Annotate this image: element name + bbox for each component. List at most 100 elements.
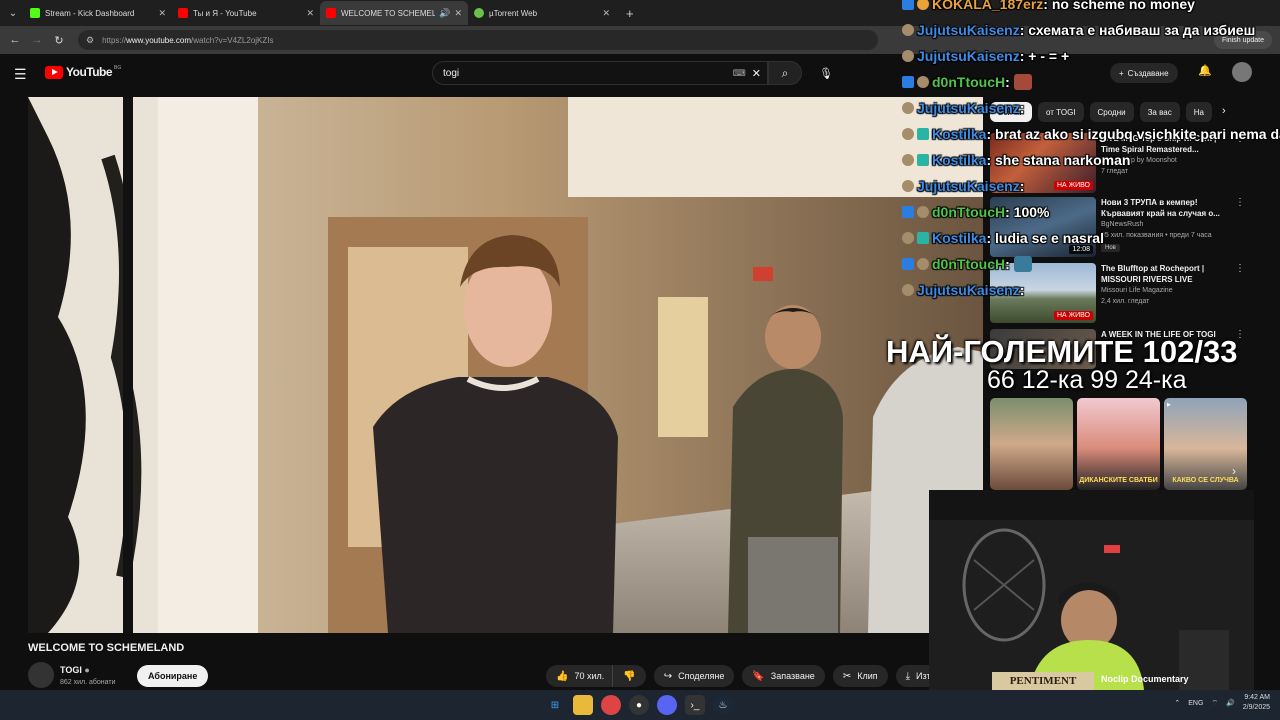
tab-close-icon[interactable]: ✕ bbox=[306, 8, 314, 19]
more-options-icon[interactable]: ⋮ bbox=[1235, 263, 1245, 274]
start-icon[interactable]: ⊞ bbox=[545, 695, 565, 715]
chat-text: : ludia se e nasral bbox=[986, 230, 1104, 246]
emote-icon bbox=[1013, 74, 1032, 90]
discord-icon[interactable] bbox=[657, 695, 677, 715]
chip-related[interactable]: Сродни bbox=[1089, 102, 1134, 122]
voice-search-button[interactable]: 🎙 bbox=[814, 62, 838, 84]
chat-username: Kostilka bbox=[932, 152, 987, 168]
thumbs-up-icon: 👍 bbox=[556, 670, 569, 682]
create-button[interactable]: + Създаване bbox=[1110, 63, 1178, 83]
search-input[interactable]: togi ⌨ ✕ bbox=[432, 61, 768, 85]
language-indicator[interactable]: ENG bbox=[1188, 700, 1203, 707]
account-avatar[interactable] bbox=[1232, 62, 1252, 82]
live-badge: НА ЖИВО bbox=[1053, 181, 1093, 190]
tray-chevron-icon[interactable]: ⌃ bbox=[1174, 699, 1180, 707]
speaker-icon[interactable]: 🔊 bbox=[439, 8, 450, 19]
menu-icon[interactable]: ☰ bbox=[14, 66, 27, 83]
wifi-icon[interactable]: ⌔ bbox=[1211, 699, 1218, 708]
like-button[interactable]: 👍 70 хил. bbox=[546, 665, 613, 687]
short-item[interactable]: ДИКАНСКИТЕ СВАТБИ bbox=[1077, 398, 1160, 490]
recommendation-title[interactable]: The Blufftop at Rocheport | MISSOURI RIV… bbox=[1101, 263, 1231, 285]
search-icon: ⌕ bbox=[781, 65, 789, 80]
short-caption: ДИКАНСКИТЕ СВАТБИ bbox=[1079, 477, 1158, 484]
share-label: Споделяне bbox=[678, 671, 725, 681]
chat-username: d0nTtoucH bbox=[932, 74, 1006, 90]
tab-close-icon[interactable]: ✕ bbox=[158, 8, 166, 19]
url-protocol: https:// bbox=[102, 35, 127, 45]
chip-from-togi[interactable]: от TOGI bbox=[1037, 102, 1084, 122]
scissors-icon: ✂ bbox=[842, 670, 852, 682]
verified-icon: ● bbox=[84, 665, 90, 675]
recommendation-channel[interactable]: Missouri Life Magazine bbox=[1101, 287, 1173, 294]
badge-icon bbox=[902, 50, 914, 62]
chip-for-you[interactable]: За вас bbox=[1139, 102, 1180, 122]
create-label: Създаване bbox=[1127, 68, 1169, 78]
webcam-overlay bbox=[929, 490, 1254, 690]
volume-icon[interactable]: 🔊 bbox=[1226, 699, 1235, 707]
youtube-logo[interactable]: YouTube BG bbox=[45, 65, 121, 79]
keyboard-icon[interactable]: ⌨ bbox=[733, 68, 746, 79]
new-tab-icon[interactable]: + bbox=[626, 6, 634, 21]
forward-icon[interactable]: → bbox=[26, 34, 48, 46]
clock[interactable]: 9:42 AM 2/9/2025 bbox=[1243, 693, 1270, 713]
address-bar[interactable]: ⚙ https://www.youtube.com/watch?v=V4ZL2o… bbox=[78, 30, 878, 50]
recommendation-channel[interactable]: BgNewsRush bbox=[1101, 221, 1143, 228]
steam-icon[interactable]: ♨ bbox=[713, 695, 733, 715]
search-button[interactable]: ⌕ bbox=[768, 61, 802, 85]
tab-search-chevron-icon[interactable]: ⌄ bbox=[2, 2, 24, 24]
shorts-next-icon[interactable]: › bbox=[1232, 464, 1236, 478]
tab-welcome-to-schemeland[interactable]: WELCOME TO SCHEMELAND 🔊 ✕ bbox=[320, 1, 468, 25]
back-icon[interactable]: ← bbox=[4, 34, 26, 46]
chat-username: Kostilka bbox=[932, 230, 987, 246]
game-logo: PENTIMENT bbox=[992, 672, 1094, 690]
save-button[interactable]: 🔖 Запазване bbox=[742, 665, 825, 687]
terminal-icon[interactable]: ›_ bbox=[685, 695, 705, 715]
search-value: togi bbox=[443, 67, 460, 79]
chat-message: JujutsuKaisenz: + - = + bbox=[902, 46, 1069, 66]
clear-search-icon[interactable]: ✕ bbox=[752, 67, 761, 80]
youtube-favicon-icon bbox=[178, 8, 188, 18]
reload-icon[interactable]: ↻ bbox=[48, 34, 70, 47]
subscribe-button[interactable]: Абониране bbox=[137, 665, 209, 687]
tab-close-icon[interactable]: ✕ bbox=[602, 8, 610, 19]
notifications-bell-icon[interactable]: 🔔 bbox=[1198, 64, 1212, 77]
recommendation-title[interactable]: Нови 3 ТРУПА в кемпер! Кървавият край на… bbox=[1101, 197, 1231, 219]
tab-close-icon[interactable]: ✕ bbox=[454, 8, 462, 19]
tab-utorrent-web[interactable]: µTorrent Web ✕ bbox=[468, 1, 616, 25]
tab-kick-dashboard[interactable]: Stream - Kick Dashboard ✕ bbox=[24, 1, 172, 25]
badge-icon bbox=[917, 0, 929, 10]
chips-next-icon[interactable]: › bbox=[1222, 105, 1226, 117]
tab-youtube-ty-i-ya[interactable]: Ты и Я - YouTube ✕ bbox=[172, 1, 320, 25]
chrome-icon[interactable] bbox=[601, 695, 621, 715]
tab-label: Ты и Я - YouTube bbox=[193, 8, 257, 18]
chat-username: JujutsuKaisenz bbox=[917, 100, 1020, 116]
channel-name[interactable]: TOGI ● bbox=[60, 665, 90, 675]
dislike-button[interactable]: 👎 bbox=[612, 665, 646, 687]
kick-favicon-icon bbox=[30, 8, 40, 18]
video-player[interactable] bbox=[28, 97, 983, 633]
chat-text: : 100% bbox=[1005, 204, 1050, 220]
badge-icon bbox=[902, 180, 914, 192]
shorts-row: ДИКАНСКИТЕ СВАТБИ ▶ КАКВО СЕ СЛУЧВА bbox=[990, 398, 1247, 490]
share-icon: ↪ bbox=[663, 670, 673, 682]
more-options-icon[interactable]: ⋮ bbox=[1235, 197, 1245, 208]
channel-avatar[interactable] bbox=[28, 662, 54, 688]
file-explorer-icon[interactable] bbox=[573, 695, 593, 715]
tab-label: Stream - Kick Dashboard bbox=[45, 8, 135, 18]
chat-username: d0nTtoucH bbox=[932, 204, 1006, 220]
short-item[interactable] bbox=[990, 398, 1073, 490]
clip-button[interactable]: ✂ Клип bbox=[832, 665, 888, 687]
chat-message: JujutsuKaisenz: bbox=[902, 176, 1024, 196]
site-info-icon[interactable]: ⚙ bbox=[86, 35, 94, 46]
badge-icon bbox=[902, 284, 914, 296]
chat-username: JujutsuKaisenz bbox=[917, 282, 1020, 298]
video-frame bbox=[28, 97, 983, 633]
chip-live[interactable]: На bbox=[1185, 102, 1212, 122]
share-button[interactable]: ↪ Споделяне bbox=[653, 665, 735, 687]
channel-name-text: TOGI bbox=[60, 665, 82, 675]
obs-icon[interactable]: ● bbox=[629, 695, 649, 715]
mic-icon: 🎙 bbox=[819, 67, 833, 80]
chat-text: : bbox=[1019, 178, 1025, 194]
chat-text: : bbox=[1019, 282, 1025, 298]
badge-icon bbox=[902, 102, 914, 114]
